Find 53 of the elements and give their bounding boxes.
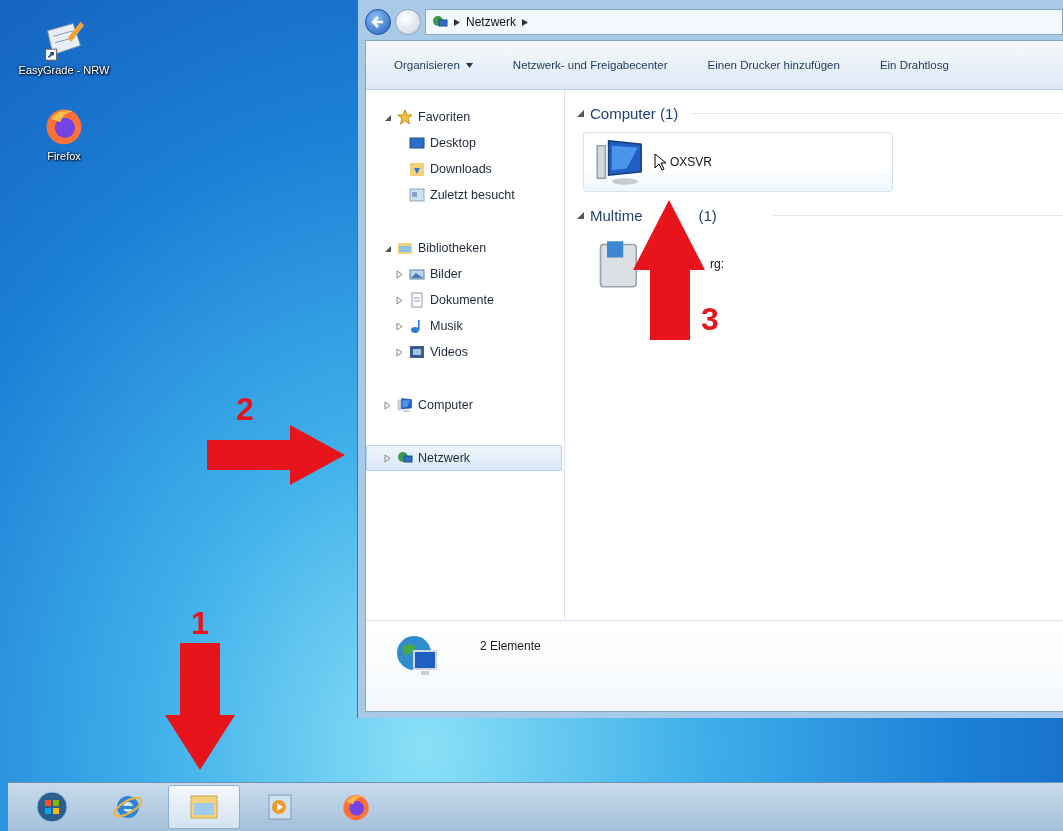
toolbar-button[interactable]: Organisieren — [394, 59, 473, 71]
nav-item[interactable]: Bibliotheken — [366, 235, 562, 261]
dropdown-caret-icon — [465, 62, 473, 68]
address-bar[interactable]: Netzwerk — [425, 9, 1063, 35]
group-header[interactable]: Computer (1) — [590, 104, 679, 122]
library-icon — [397, 240, 413, 256]
step-number: 3 — [701, 301, 719, 337]
breadcrumb-separator-icon[interactable] — [454, 18, 460, 26]
document-icon — [409, 292, 425, 308]
nav-item[interactable]: Desktop — [366, 130, 562, 156]
nav-item[interactable]: Dokumente — [366, 287, 562, 313]
nav-item[interactable]: Videos — [366, 339, 562, 365]
network-icon — [397, 450, 413, 466]
start-orb-icon — [36, 791, 68, 823]
network-item[interactable]: OXSVR — [583, 132, 893, 192]
taskbar-button[interactable] — [168, 785, 240, 829]
folder-icon — [409, 161, 425, 177]
desktop-icon-label[interactable]: Firefox — [47, 150, 81, 162]
star-icon — [397, 109, 413, 125]
network-item[interactable]: rg: — [583, 234, 893, 294]
toolbar-button[interactable]: Einen Drucker hinzufügen — [707, 59, 840, 71]
back-button[interactable] — [365, 9, 391, 35]
desktop-icon-label[interactable]: EasyGrade - NRW — [18, 64, 110, 76]
nav-item[interactable]: Bilder — [366, 261, 562, 287]
expand-icon[interactable] — [395, 347, 404, 357]
pictures-icon — [409, 266, 425, 282]
step-number: 1 — [191, 605, 209, 641]
expand-icon[interactable] — [383, 400, 392, 410]
film-icon — [409, 344, 425, 360]
nav-item[interactable]: Netzwerk — [366, 445, 562, 471]
expand-icon[interactable] — [395, 321, 404, 331]
item-count: 2 Elemente — [480, 638, 541, 653]
nav-item[interactable]: Zuletzt besucht — [366, 182, 562, 208]
monitor-icon — [409, 135, 425, 151]
nav-item[interactable]: Favoriten — [366, 104, 562, 130]
group-header[interactable]: (1) — [698, 206, 717, 224]
network-icon — [432, 14, 448, 30]
back-arrow-icon — [371, 15, 385, 29]
toolbar-button[interactable]: Netzwerk- und Freigabecenter — [512, 59, 668, 71]
step-number: 2 — [236, 391, 254, 427]
nav-item[interactable]: Computer — [366, 392, 562, 418]
collapse-icon[interactable] — [577, 211, 584, 219]
nav-item[interactable]: Downloads — [366, 156, 562, 182]
computer-icon — [397, 397, 413, 413]
collapse-icon[interactable] — [577, 109, 584, 117]
expand-icon[interactable] — [395, 295, 404, 305]
nav-item[interactable]: Musik — [366, 313, 562, 339]
recent-places-icon — [409, 187, 425, 203]
expand-icon[interactable] — [395, 269, 404, 279]
group-header[interactable]: Multime — [590, 206, 643, 224]
expand-icon[interactable] — [383, 453, 392, 463]
toolbar-button[interactable]: Ein Drahtlosg — [879, 59, 949, 71]
breadcrumb-separator-icon[interactable] — [522, 18, 528, 26]
